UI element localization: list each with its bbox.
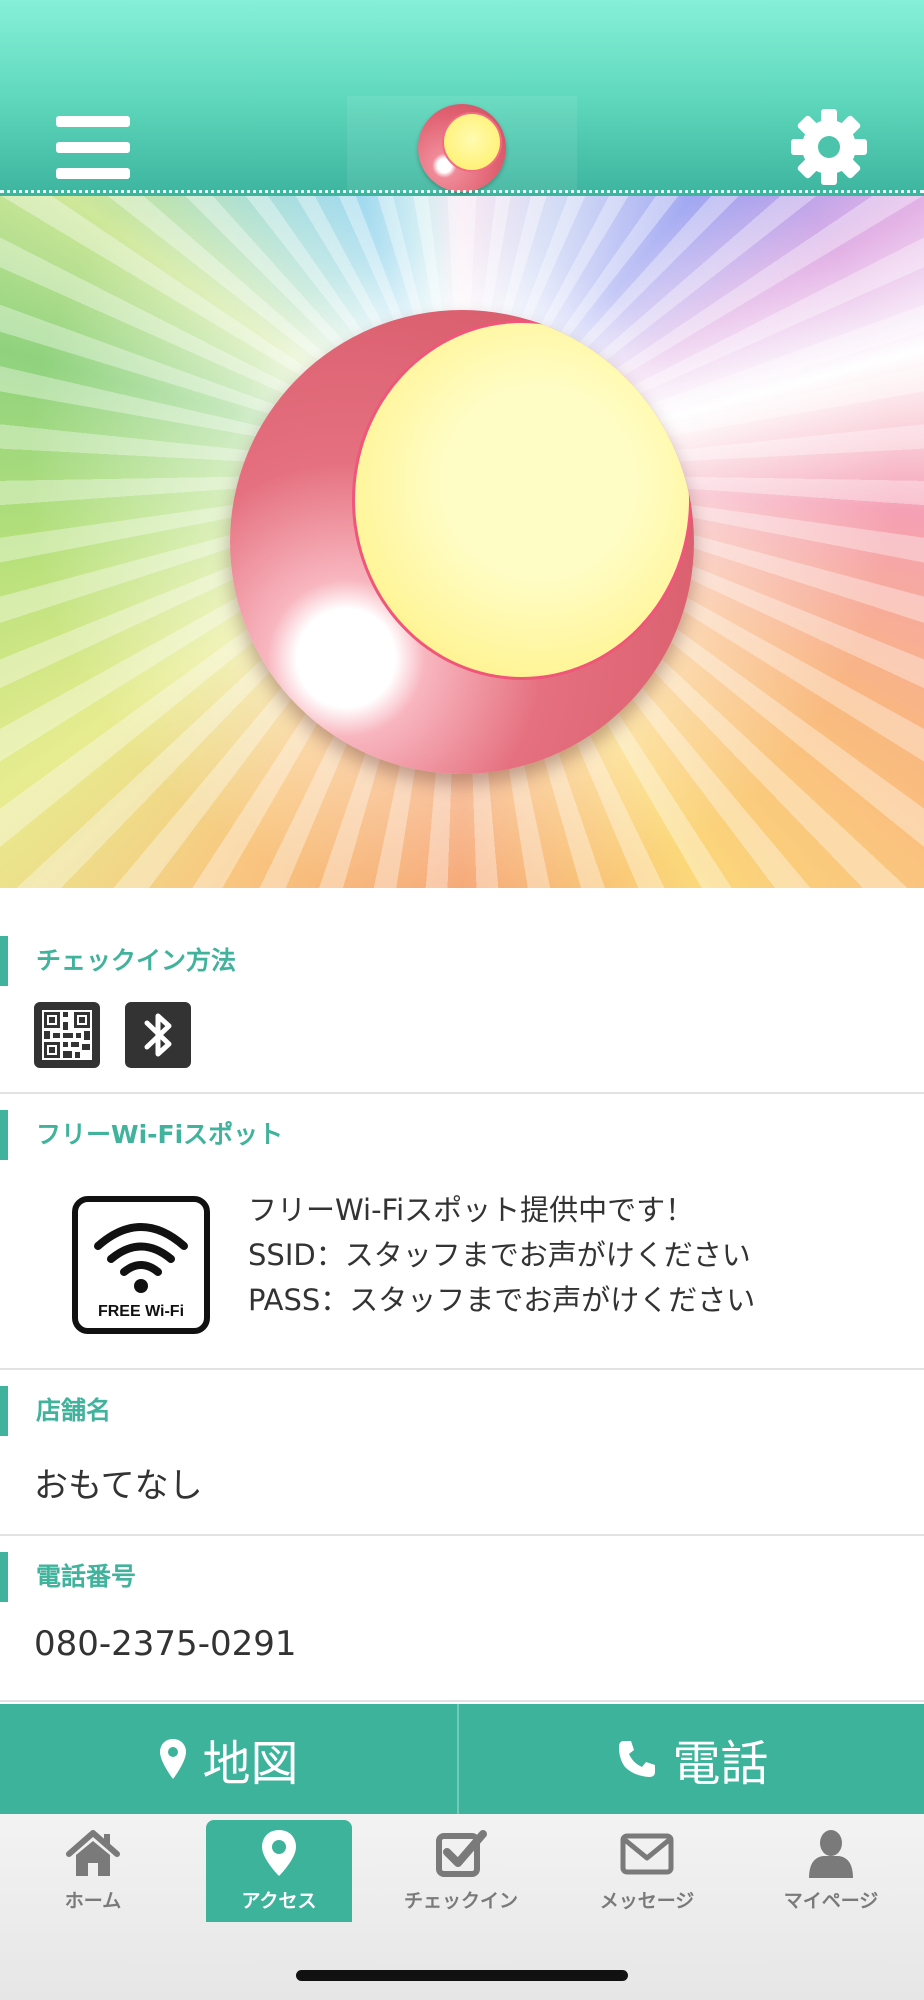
qr-code-graphic (42, 1010, 92, 1060)
person-icon (809, 1830, 853, 1878)
map-pin-icon (160, 1739, 187, 1779)
envelope-icon (620, 1833, 674, 1875)
wifi-graphic: FREE Wi-Fi (94, 1223, 188, 1320)
wifi-pass-line: PASS：スタッフまでお声がけください (248, 1283, 756, 1317)
hamburger-menu-button[interactable] (56, 116, 130, 180)
store-name-value: おもてなし (34, 1466, 203, 1506)
tab-checkin-label: チェックイン (403, 1890, 518, 1912)
checkin-method-section: チェックイン方法 (0, 888, 924, 1094)
call-button-label: 電話 (672, 1736, 769, 1792)
hero-banner (0, 196, 924, 888)
tab-mypage[interactable]: マイページ (758, 1820, 904, 1922)
home-indicator (296, 1970, 628, 1981)
tab-home[interactable]: ホーム (20, 1820, 166, 1922)
wifi-info: フリーWi-Fiスポット提供中です！ SSID：スタッフまでお声がけください P… (248, 1188, 755, 1323)
checkin-method-title: チェックイン方法 (0, 936, 236, 986)
gear-icon[interactable] (790, 108, 868, 186)
checkin-method-icons (34, 1002, 211, 1068)
checkbox-icon (436, 1830, 487, 1877)
free-wifi-title: フリーWi-Fiスポット (0, 1110, 283, 1160)
phone-icon (619, 1741, 656, 1777)
store-name-section: 店舗名 おもてなし (0, 1370, 924, 1536)
wifi-ssid-line: SSID：スタッフまでお声がけください (248, 1238, 751, 1272)
call-button[interactable]: 電話 (461, 1704, 924, 1814)
map-button[interactable]: 地図 (0, 1704, 459, 1814)
free-wifi-section: フリーWi-Fiスポット FREE Wi-Fi フリーWi-Fiスポット提供中で… (0, 1094, 924, 1370)
map-button-label: 地図 (202, 1736, 299, 1792)
hamburger-bar (56, 168, 130, 179)
tab-access-label: アクセス (241, 1890, 317, 1912)
wifi-info-line: フリーWi-Fiスポット提供中です！ (248, 1193, 695, 1227)
store-name-title: 店舗名 (0, 1386, 111, 1436)
hamburger-bar (56, 142, 130, 153)
app-screen: チェックイン方法 フリーWi-Fiスポット FREE Wi-Fi フリーWi-F… (0, 0, 924, 2000)
moon-logo-icon[interactable] (418, 104, 506, 192)
gear-icon-graphic (791, 109, 867, 185)
phone-number-title: 電話番号 (0, 1552, 136, 1602)
moon-logo-inner (442, 112, 502, 172)
moon-emblem-inner (352, 320, 692, 680)
tab-message-label: メッセージ (599, 1890, 695, 1912)
tab-access[interactable]: アクセス (206, 1820, 352, 1922)
bluetooth-icon (125, 1002, 192, 1068)
map-pin-icon (262, 1830, 296, 1876)
tab-message[interactable]: メッセージ (574, 1820, 720, 1922)
app-header (0, 0, 924, 196)
bluetooth-graphic (144, 1013, 172, 1057)
phone-number-value[interactable]: 080-2375-0291 (34, 1624, 297, 1664)
home-icon (66, 1830, 120, 1876)
tab-home-label: ホーム (64, 1890, 122, 1912)
action-bar: 地図 電話 (0, 1704, 924, 1814)
wifi-icon: FREE Wi-Fi (72, 1196, 210, 1334)
phone-number-section: 電話番号 080-2375-0291 (0, 1536, 924, 1702)
hamburger-bar (56, 116, 130, 127)
tab-checkin[interactable]: チェックイン (388, 1820, 534, 1922)
qr-code-icon (34, 1002, 100, 1068)
moon-emblem-image (230, 310, 694, 774)
wifi-icon-label: FREE Wi-Fi (98, 1303, 184, 1320)
tab-mypage-label: マイページ (783, 1890, 879, 1912)
